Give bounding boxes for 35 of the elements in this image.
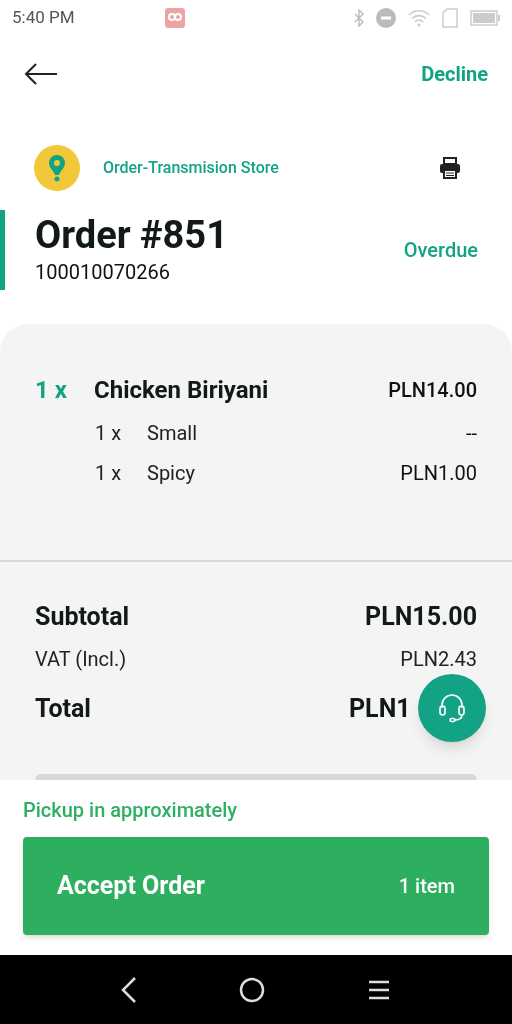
- item-quantity: 1 x: [35, 375, 68, 406]
- bluetooth-icon: [354, 9, 364, 27]
- location-pin-logo-icon: [34, 145, 80, 191]
- total-value: PLN15.00: [365, 602, 477, 631]
- app-notification-icon: [164, 8, 185, 28]
- status-time: 5:40 PM: [12, 6, 75, 30]
- nav-menu-button[interactable]: [367, 978, 391, 1001]
- total-label: Total: [35, 692, 91, 725]
- order-status: Overdue: [403, 237, 478, 264]
- pickup-label: Pickup in approximately: [23, 797, 239, 824]
- total-value: PLN2.43: [400, 646, 477, 671]
- option-name: Small: [147, 420, 198, 447]
- decline-button[interactable]: Decline: [421, 59, 488, 89]
- total-label: VAT (Incl.): [35, 645, 127, 673]
- option-quantity: 1 x: [95, 420, 123, 447]
- support-button[interactable]: [418, 674, 486, 742]
- print-button[interactable]: [438, 156, 462, 180]
- option-quantity: 1 x: [95, 460, 123, 487]
- battery-icon: [470, 10, 500, 26]
- order-title: Order #851: [35, 213, 228, 257]
- option-price: PLN1.00: [400, 460, 477, 487]
- store-name: Order-Transmision Store: [103, 157, 279, 179]
- item-name: Chicken Biriyani: [94, 375, 269, 406]
- order-number: 100010070266: [35, 259, 171, 286]
- option-price: --: [465, 420, 477, 447]
- sim-card-icon: [442, 8, 458, 28]
- nav-home-button[interactable]: [239, 976, 265, 1003]
- total-label: Subtotal: [35, 601, 130, 633]
- nav-back-button[interactable]: [121, 975, 137, 1004]
- wifi-icon: [408, 9, 430, 27]
- do-not-disturb-icon: [376, 8, 396, 28]
- total-value: PLN1: [349, 693, 411, 723]
- accept-order-button[interactable]: Accept Order 1 item: [23, 837, 489, 935]
- item-price: PLN14.00: [388, 377, 477, 404]
- option-name: Spicy: [147, 460, 195, 487]
